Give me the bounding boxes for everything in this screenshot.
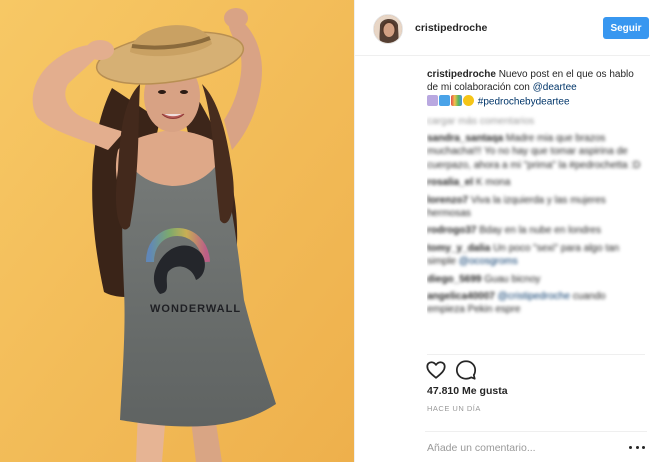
comment: sandra_santaqa Madre mia que brazos much… — [427, 132, 645, 172]
post-photo[interactable]: WONDERWALL — [0, 0, 354, 462]
post-header: cristipedroche Seguir — [355, 0, 650, 56]
like-button[interactable] — [425, 359, 447, 381]
follow-button[interactable]: Seguir — [603, 17, 649, 39]
post-timestamp[interactable]: HACE UN DÍA — [427, 404, 481, 413]
comment-username[interactable]: tomy_y_dalia — [427, 243, 490, 254]
caption-hashtag[interactable]: #pedrochebydeartee — [478, 96, 570, 107]
svg-text:WONDERWALL: WONDERWALL — [150, 303, 241, 315]
sun-emoji-icon — [463, 94, 474, 106]
unicorn-emoji-icon — [427, 94, 438, 106]
photo-woman-in-hat: WONDERWALL — [0, 0, 354, 462]
post-sidebar: cristipedroche Seguir cristipedroche Nue… — [354, 0, 650, 462]
avatar-image — [374, 15, 402, 43]
comment: rosalia_el K mona — [427, 176, 645, 189]
load-more-comments[interactable]: cargar más comentarios — [427, 115, 645, 128]
comment: angelica40007 @cristipedroche cuando emp… — [427, 290, 645, 317]
more-icon[interactable] — [629, 441, 645, 453]
comment: rodrogo37 Bday en la nube en londres — [427, 224, 645, 237]
dot — [635, 445, 639, 449]
comment-mention[interactable]: @cristipedroche — [498, 291, 570, 302]
caption-emojis — [427, 94, 475, 108]
comment-username[interactable]: diego_5699 — [427, 274, 481, 285]
post-actions: 47.810 Me gusta HACE UN DÍA — [425, 354, 647, 462]
dot — [642, 445, 645, 449]
comment-username[interactable]: lorenzo7 — [427, 195, 468, 206]
rainbow-emoji-icon — [451, 94, 462, 106]
header-username[interactable]: cristipedroche — [415, 22, 487, 34]
comment-input[interactable] — [427, 438, 617, 458]
comment: tomy_y_dalia Un poco "sexi" para algo ta… — [427, 242, 645, 269]
caption-username[interactable]: cristipedroche — [427, 69, 496, 80]
comment-icon — [455, 360, 477, 380]
comment-mention[interactable]: @ocosgroms — [459, 256, 518, 267]
avatar[interactable] — [373, 14, 403, 44]
comment-text: Guau bicnoy — [481, 273, 541, 285]
comment-username[interactable]: angelica40007 — [427, 291, 495, 302]
caption-mention[interactable]: @deartee — [533, 82, 577, 93]
comment: lorenzo7 Viva la izquierda y las mujeres… — [427, 194, 645, 221]
likes-count[interactable]: 47.810 Me gusta — [427, 385, 508, 397]
comment-username[interactable]: sandra_santaqa — [427, 133, 503, 144]
comment-username[interactable]: rodrogo37 — [427, 225, 476, 236]
comment-button[interactable] — [455, 359, 477, 381]
comment-text: Bday en la nube en londres — [476, 225, 601, 237]
comments-list[interactable]: cristipedroche Nuevo post en el que os h… — [427, 68, 645, 348]
comment: diego_5699 Guau bicnoy — [427, 273, 645, 286]
butterfly-emoji-icon — [439, 94, 450, 106]
add-comment-bar — [425, 431, 647, 462]
post-caption: cristipedroche Nuevo post en el que os h… — [427, 68, 645, 109]
comment-text: K mona — [473, 177, 511, 189]
heart-icon — [426, 361, 446, 379]
comment-username[interactable]: rosalia_el — [427, 177, 473, 188]
dot — [629, 445, 632, 449]
